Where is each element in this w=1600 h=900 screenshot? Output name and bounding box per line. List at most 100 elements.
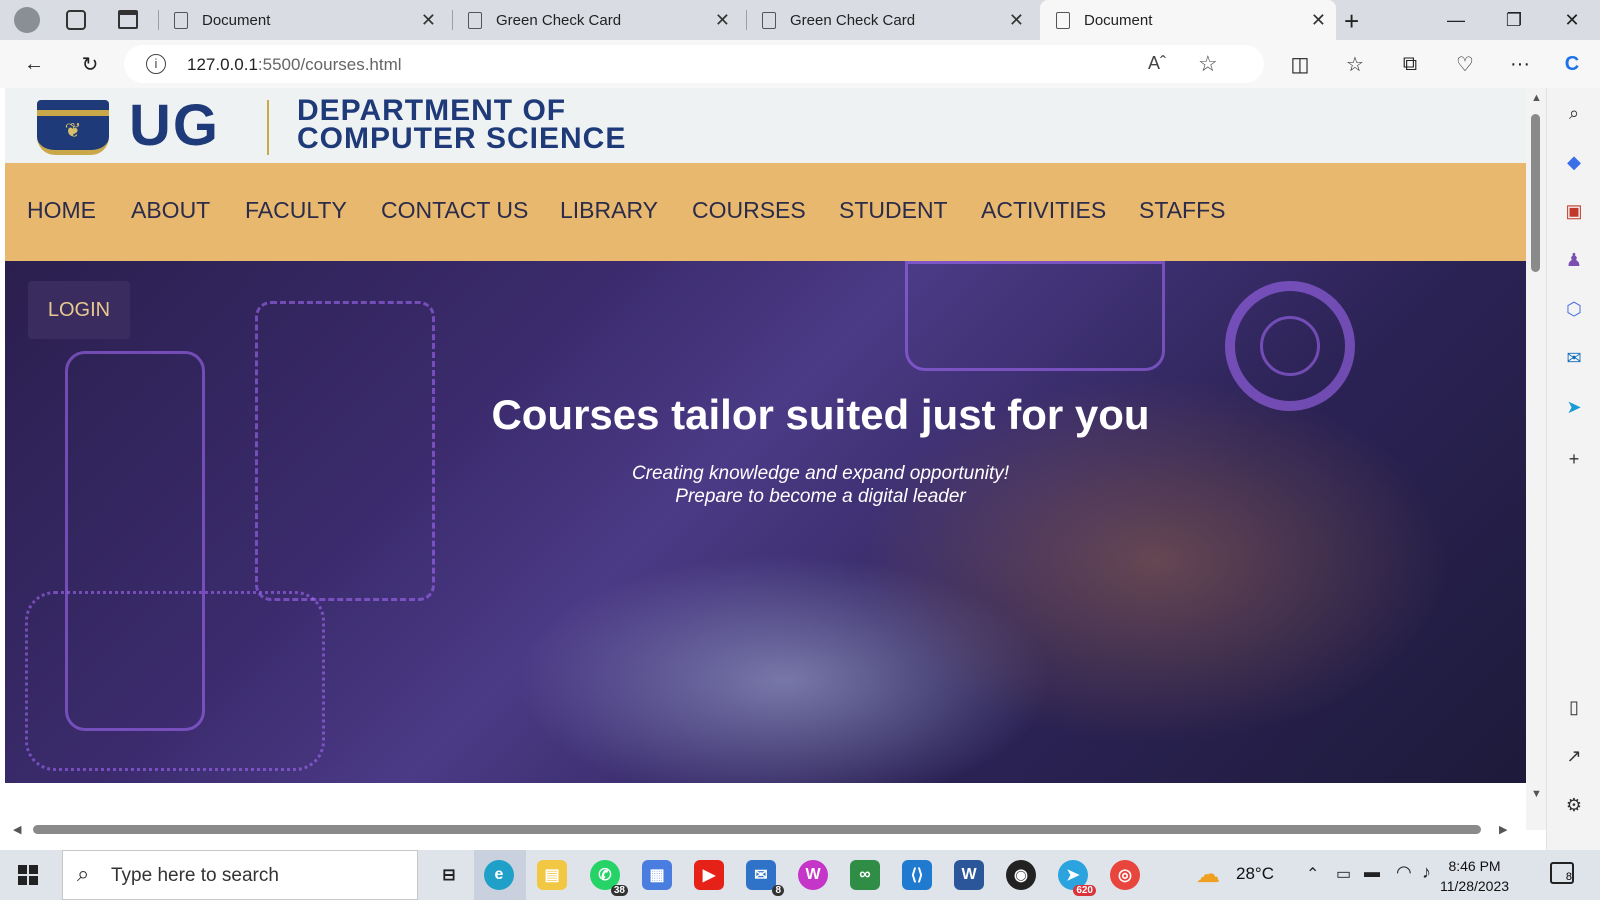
games-icon[interactable]: ♟: [1561, 247, 1587, 273]
shopping-tag-icon[interactable]: ◆: [1561, 149, 1587, 175]
close-icon[interactable]: ✕: [421, 10, 436, 31]
tab-title: Green Check Card: [790, 11, 916, 29]
login-button[interactable]: LOGIN: [28, 281, 130, 339]
split-screen-icon[interactable]: ◫: [1284, 48, 1316, 80]
minimize-button[interactable]: —: [1428, 0, 1484, 40]
favorites-icon[interactable]: ☆: [1339, 48, 1371, 80]
hero-subtitle-2: Prepare to become a digital leader: [675, 486, 966, 507]
open-external-icon[interactable]: ↗: [1561, 743, 1587, 769]
more-options-icon[interactable]: ···: [1504, 48, 1536, 80]
tools-icon[interactable]: ▣: [1561, 198, 1587, 224]
weather-icon[interactable]: ☁: [1196, 860, 1220, 889]
taskbar-search-box[interactable]: ⌕ Type here to search: [62, 850, 418, 900]
close-icon[interactable]: ✕: [715, 10, 730, 31]
circuit-decoration: [255, 301, 435, 601]
copilot-icon[interactable]: C: [1556, 48, 1588, 80]
file-explorer-icon[interactable]: ▤: [537, 860, 567, 890]
gear-icon[interactable]: ⚙: [1561, 792, 1587, 818]
microsoft-365-icon[interactable]: ⬡: [1561, 296, 1587, 322]
workspaces-icon[interactable]: [66, 10, 86, 30]
send-icon[interactable]: ➤: [1561, 394, 1587, 420]
wps-icon[interactable]: W: [798, 860, 828, 890]
page-icon: [174, 11, 188, 29]
windows-start-icon[interactable]: [18, 865, 38, 885]
close-icon[interactable]: ✕: [1311, 10, 1326, 31]
page-icon: [1056, 11, 1070, 29]
vscode-icon[interactable]: ⟨⟩: [902, 860, 932, 890]
address-bar[interactable]: i 127.0.0.1:5500/courses.html A͏ˆ ☆: [124, 45, 1264, 83]
battery-icon[interactable]: ▬: [1364, 864, 1380, 882]
notification-icon[interactable]: 8: [1550, 862, 1574, 884]
browser-essentials-icon[interactable]: ♡: [1449, 48, 1481, 80]
site-header: ❦ UG DEPARTMENT OF COMPUTER SCIENCE: [5, 88, 1526, 163]
outlook-icon[interactable]: ✉: [1561, 345, 1587, 371]
windows-taskbar: ⌕ Type here to search ⊟ e ▤ ✆ 38 ▦ ▶ ✉ 8 W…: [0, 850, 1600, 900]
sidebar-toggle-icon[interactable]: ▯: [1561, 694, 1587, 720]
favorite-star-icon[interactable]: ☆: [1198, 51, 1218, 77]
chrome-icon[interactable]: ◎: [1110, 860, 1140, 890]
tab-document-1[interactable]: Document ✕: [160, 0, 446, 40]
tab-title: Green Check Card: [496, 11, 622, 29]
github-icon[interactable]: ◉: [1006, 860, 1036, 890]
nav-contact-us[interactable]: CONTACT US: [381, 197, 528, 224]
chevron-up-icon[interactable]: ⌃: [1306, 864, 1319, 884]
tab-title: Document: [202, 11, 271, 29]
horizontal-scroll-thumb[interactable]: [33, 825, 1481, 834]
whatsapp-icon[interactable]: ✆ 38: [590, 860, 628, 896]
task-view-icon[interactable]: ⊟: [434, 860, 464, 890]
browser-toolbar: ← ↻ i 127.0.0.1:5500/courses.html A͏ˆ ☆ …: [0, 40, 1600, 88]
whatsapp-badge: 38: [610, 885, 628, 896]
refresh-button[interactable]: ↻: [74, 48, 106, 80]
tab-green-check-card-2[interactable]: Green Check Card ✕: [748, 0, 1034, 40]
nav-courses[interactable]: COURSES: [692, 197, 806, 224]
nav-about[interactable]: ABOUT: [131, 197, 210, 224]
nav-activities[interactable]: ACTIVITIES: [981, 197, 1106, 224]
clock-time: 8:46 PM: [1448, 858, 1501, 874]
meet-icon[interactable]: ▭: [1336, 864, 1351, 884]
main-navigation: HOME ABOUT FACULTY CONTACT US LIBRARY CO…: [5, 163, 1526, 261]
close-icon[interactable]: ✕: [1009, 10, 1024, 31]
youtube-icon[interactable]: ▶: [694, 860, 724, 890]
clock-date: 11/28/2023: [1440, 878, 1510, 894]
vertical-scrollbar[interactable]: ▲ ▼: [1526, 88, 1546, 830]
nav-student[interactable]: STUDENT: [839, 197, 948, 224]
tab-document-active[interactable]: Document ✕: [1040, 0, 1336, 40]
site-info-icon[interactable]: i: [146, 54, 166, 74]
profile-avatar[interactable]: [14, 7, 40, 33]
volume-icon[interactable]: ♪: [1422, 862, 1431, 883]
search-icon[interactable]: ⌕: [1561, 100, 1587, 126]
url-text[interactable]: 127.0.0.1:5500/courses.html: [187, 55, 402, 75]
url-host: 127.0.0.1: [187, 55, 258, 74]
horizontal-scrollbar[interactable]: ◀ ▶: [5, 820, 1526, 840]
word-icon[interactable]: W: [954, 860, 984, 890]
telegram-icon[interactable]: ➤ 620: [1058, 860, 1096, 896]
search-placeholder: Type here to search: [111, 865, 279, 886]
tab-green-check-card-1[interactable]: Green Check Card ✕: [454, 0, 740, 40]
search-icon: ⌕: [77, 861, 90, 886]
read-aloud-icon[interactable]: A͏ˆ: [1148, 53, 1166, 74]
mail-badge: 8: [772, 885, 784, 896]
collections-icon[interactable]: ⧉: [1394, 48, 1426, 80]
tab-actions-icon[interactable]: [118, 10, 138, 29]
hero-banner: LOGIN Courses tailor suited just for you…: [5, 261, 1526, 783]
edge-browser-icon[interactable]: e: [484, 860, 514, 890]
add-icon[interactable]: +: [1561, 446, 1587, 472]
weather-temperature[interactable]: 28°C: [1236, 864, 1274, 884]
nav-staffs[interactable]: STAFFS: [1139, 197, 1225, 224]
department-line-2: COMPUTER SCIENCE: [297, 122, 627, 155]
system-clock[interactable]: 8:46 PM 11/28/2023: [1440, 856, 1509, 896]
new-tab-button[interactable]: +: [1344, 6, 1359, 37]
microsoft-store-icon[interactable]: ▦: [642, 860, 672, 890]
hero-title: Courses tailor suited just for you: [491, 391, 1150, 438]
tab-title: Document: [1084, 11, 1153, 29]
close-window-button[interactable]: ✕: [1544, 0, 1600, 40]
geeksforgeeks-icon[interactable]: ∞: [850, 860, 880, 890]
nav-home[interactable]: HOME: [27, 197, 96, 224]
nav-faculty[interactable]: FACULTY: [245, 197, 347, 224]
mail-icon[interactable]: ✉ 8: [746, 860, 784, 896]
wifi-icon[interactable]: ◠: [1396, 862, 1412, 883]
nav-library[interactable]: LIBRARY: [560, 197, 658, 224]
restore-button[interactable]: ❐: [1486, 0, 1542, 40]
vertical-scroll-thumb[interactable]: [1531, 114, 1540, 272]
back-button[interactable]: ←: [18, 48, 50, 80]
